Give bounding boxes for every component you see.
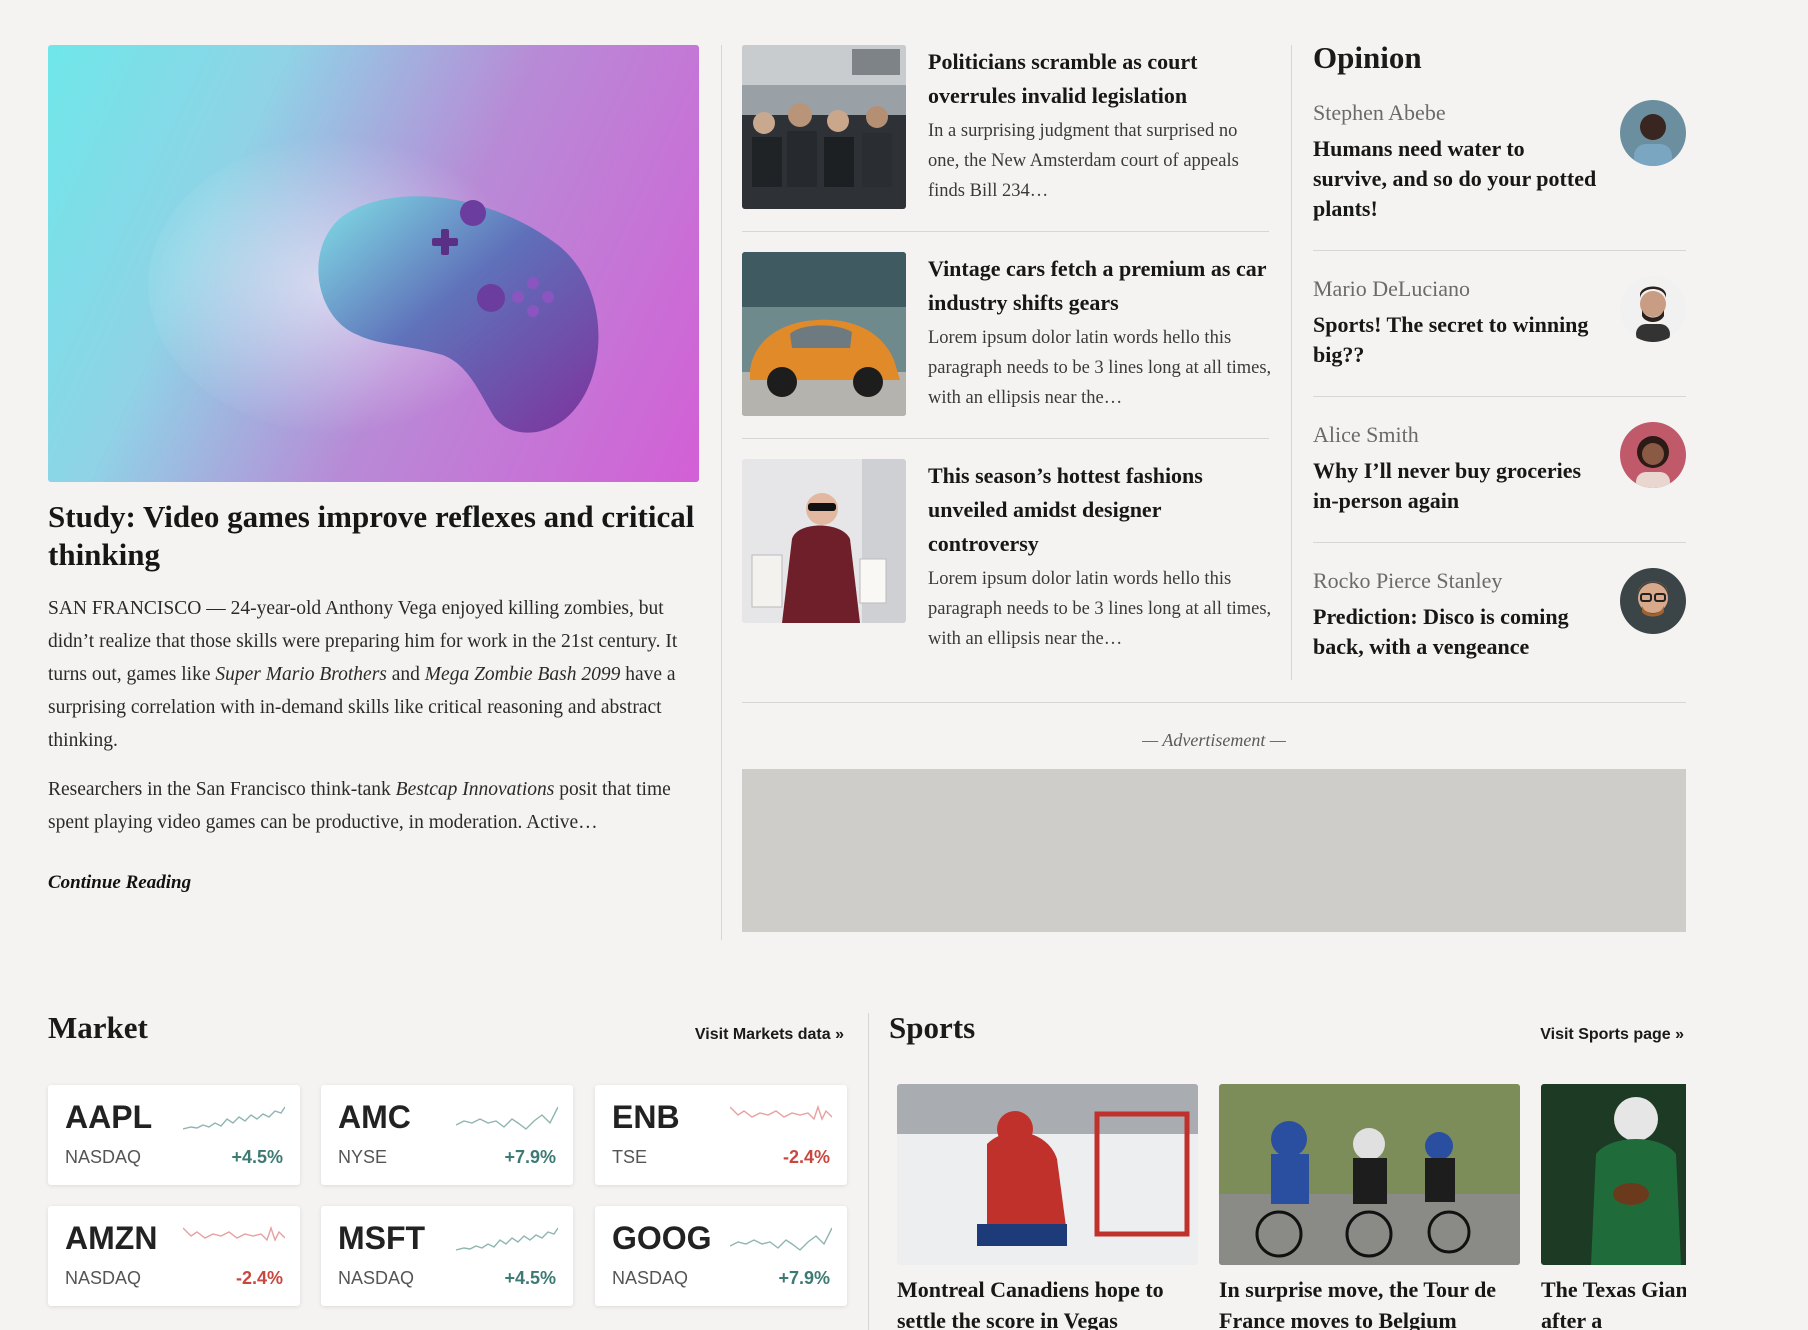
stock-exchange: NYSE bbox=[338, 1147, 388, 1167]
sparkline-chart bbox=[183, 1225, 285, 1242]
stock-change: -2.4% bbox=[782, 1147, 830, 1167]
story-summary: Lorem ipsum dolor latin words hello this… bbox=[928, 328, 1272, 408]
sports-title[interactable]: The Texas Giants claim victory after a bbox=[1541, 1274, 1686, 1330]
stock-card[interactable]: ENB TSE -2.4% bbox=[595, 1085, 847, 1185]
continue-reading-link[interactable]: Continue Reading bbox=[48, 872, 191, 894]
opinion-item[interactable]: Alice Smith Why I’ll never buy groceries… bbox=[1313, 422, 1686, 522]
opinion-title[interactable]: Prediction: Disco is coming back, with a… bbox=[1313, 602, 1603, 662]
stock-ticker: MSFT bbox=[338, 1220, 426, 1256]
stock-card[interactable]: MSFT NASDAQ +4.5% bbox=[321, 1206, 573, 1306]
stock-ticker: AAPL bbox=[65, 1099, 153, 1135]
avatar bbox=[1620, 100, 1686, 166]
opinion-title[interactable]: Sports! The secret to winning big?? bbox=[1313, 310, 1603, 370]
opinion-divider bbox=[1313, 250, 1686, 251]
avatar bbox=[1620, 422, 1686, 488]
sports-title[interactable]: Montreal Canadiens hope to settle the sc… bbox=[897, 1274, 1198, 1330]
story-card[interactable]: Politicians scramble as court overrules … bbox=[742, 45, 1269, 232]
stock-exchange: NASDAQ bbox=[612, 1268, 689, 1288]
opinion-author[interactable]: Alice Smith bbox=[1313, 422, 1419, 448]
sparkline-chart bbox=[730, 1227, 832, 1251]
stock-card[interactable]: AMZN NASDAQ -2.4% bbox=[48, 1206, 300, 1306]
opinion-divider bbox=[1313, 542, 1686, 543]
stock-ticker: AMZN bbox=[65, 1220, 158, 1256]
sports-heading: Sports bbox=[889, 1010, 976, 1045]
featured-image[interactable] bbox=[48, 45, 699, 482]
story-divider bbox=[742, 438, 1269, 439]
sports-title[interactable]: In surprise move, the Tour de France mov… bbox=[1219, 1274, 1520, 1330]
opinion-author[interactable]: Rocko Pierce Stanley bbox=[1313, 568, 1502, 594]
stock-card[interactable]: AAPL NASDAQ +4.5% bbox=[48, 1085, 300, 1185]
column-divider bbox=[1291, 45, 1292, 680]
sports-image-hockey[interactable] bbox=[897, 1084, 1198, 1265]
sparkline-chart bbox=[730, 1104, 832, 1121]
stock-ticker: GOOG bbox=[612, 1220, 712, 1256]
sports-image-cycling[interactable] bbox=[1219, 1084, 1520, 1265]
opinion-item[interactable]: Mario DeLuciano Sports! The secret to wi… bbox=[1313, 276, 1686, 376]
sports-image-football[interactable] bbox=[1541, 1084, 1686, 1265]
stock-exchange: NASDAQ bbox=[65, 1268, 142, 1288]
sports-carousel: Montreal Canadiens hope to settle the sc… bbox=[897, 1084, 1686, 1330]
story-card[interactable]: Vintage cars fetch a premium as car indu… bbox=[742, 252, 1271, 439]
avatar bbox=[1620, 568, 1686, 634]
stock-exchange: NASDAQ bbox=[338, 1268, 415, 1288]
opinion-title[interactable]: Why I’ll never buy groceries in-person a… bbox=[1313, 456, 1603, 516]
stock-change: +4.5% bbox=[504, 1268, 556, 1288]
story-thumbnail-court[interactable] bbox=[742, 45, 906, 209]
opinion-item[interactable]: Stephen Abebe Humans need water to survi… bbox=[1313, 100, 1686, 230]
game-controller-icon bbox=[148, 135, 599, 435]
stock-card[interactable]: AMC NYSE +7.9% bbox=[321, 1085, 573, 1185]
stock-card[interactable]: GOOG NASDAQ +7.9% bbox=[595, 1206, 847, 1306]
story-title[interactable]: This season’s hottest fashions unveiled … bbox=[928, 459, 1273, 561]
column-divider bbox=[721, 45, 722, 940]
stock-change: -2.4% bbox=[235, 1268, 283, 1288]
opinion-item[interactable]: Rocko Pierce Stanley Prediction: Disco i… bbox=[1313, 568, 1686, 668]
opinion-heading: Opinion bbox=[1313, 40, 1422, 75]
avatar bbox=[1620, 276, 1686, 342]
stock-change: +7.9% bbox=[504, 1147, 556, 1167]
story-title[interactable]: Vintage cars fetch a premium as car indu… bbox=[928, 252, 1273, 320]
stock-change: +4.5% bbox=[231, 1147, 283, 1167]
story-summary: Lorem ipsum dolor latin words hello this… bbox=[928, 569, 1272, 649]
story-thumbnail-car[interactable] bbox=[742, 252, 906, 416]
story-thumbnail-fashion[interactable] bbox=[742, 459, 906, 623]
advertisement-label: — Advertisement — bbox=[1142, 730, 1286, 750]
stock-ticker: AMC bbox=[338, 1099, 411, 1135]
sparkline-chart bbox=[456, 1227, 558, 1251]
featured-title[interactable]: Study: Video games improve reflexes and … bbox=[48, 498, 699, 574]
opinion-title[interactable]: Humans need water to survive, and so do … bbox=[1313, 134, 1603, 224]
story-title[interactable]: Politicians scramble as court overrules … bbox=[928, 45, 1273, 113]
stock-exchange: NASDAQ bbox=[65, 1147, 142, 1167]
story-summary: In a surprising judgment that surprised … bbox=[928, 121, 1239, 201]
section-divider bbox=[742, 702, 1686, 703]
opinion-author[interactable]: Stephen Abebe bbox=[1313, 100, 1446, 126]
column-divider bbox=[868, 1013, 869, 1330]
stock-ticker: ENB bbox=[612, 1099, 680, 1135]
visit-sports-link[interactable]: Visit Sports page » bbox=[1540, 1026, 1684, 1044]
visit-markets-link[interactable]: Visit Markets data » bbox=[695, 1026, 844, 1044]
stock-exchange: TSE bbox=[612, 1147, 648, 1167]
story-divider bbox=[742, 231, 1269, 232]
featured-paragraph-2: Researchers in the San Francisco think-t… bbox=[48, 779, 671, 833]
opinion-divider bbox=[1313, 396, 1686, 397]
sparkline-chart bbox=[456, 1106, 558, 1130]
sparkline-chart bbox=[183, 1106, 285, 1130]
stock-change: +7.9% bbox=[778, 1268, 830, 1288]
advertisement-slot[interactable] bbox=[742, 769, 1686, 932]
market-heading: Market bbox=[48, 1010, 148, 1045]
story-card[interactable]: This season’s hottest fashions unveiled … bbox=[742, 459, 1271, 669]
featured-paragraph-1: SAN FRANCISCO — 24-year-old Anthony Vega… bbox=[48, 598, 678, 751]
opinion-author[interactable]: Mario DeLuciano bbox=[1313, 276, 1470, 302]
